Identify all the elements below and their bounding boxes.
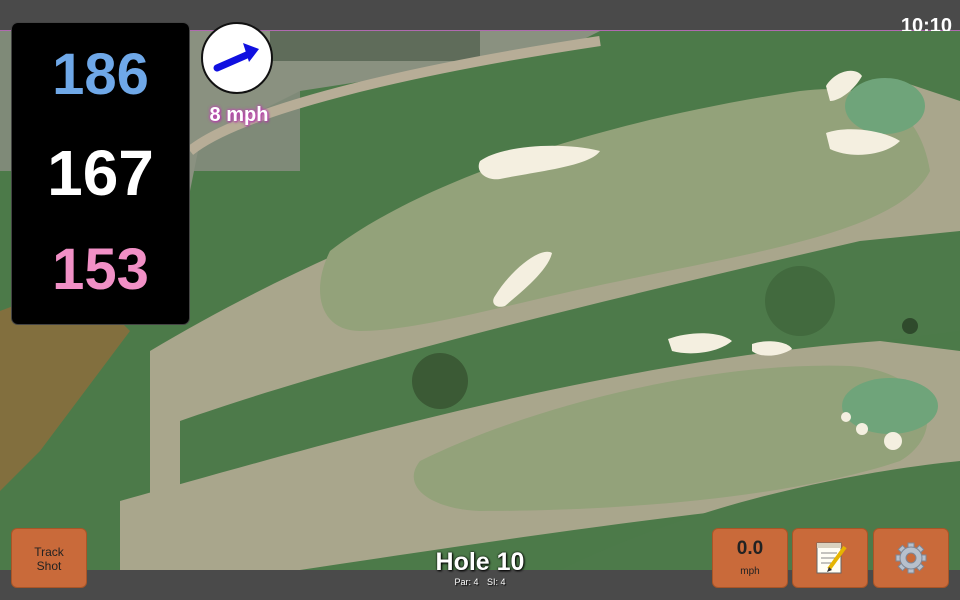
distance-panel: 186 167 153: [11, 22, 190, 325]
hole-info: Par: 4 SI: 4: [400, 577, 560, 587]
distance-middle: 167: [47, 137, 154, 209]
notepad-icon: [816, 542, 847, 574]
hole-si: SI: 4: [487, 577, 506, 587]
arrow-icon: [213, 43, 259, 72]
wind-direction-dial: [201, 22, 273, 94]
speed-unit: mph: [740, 566, 760, 577]
notes-button[interactable]: [792, 528, 868, 588]
speed-button[interactable]: 0.0 mph: [712, 528, 788, 588]
wind-speed: 8 mph: [209, 104, 269, 126]
track-shot-button[interactable]: Track Shot: [11, 528, 87, 588]
speed-value: 0.0: [736, 538, 764, 559]
distance-front: 153: [52, 237, 149, 302]
settings-button[interactable]: [873, 528, 949, 588]
track-shot-label-line1: Track: [34, 545, 64, 559]
gear-icon: [895, 542, 927, 574]
distance-back: 186: [52, 42, 149, 107]
hole-title: Hole 10: [435, 548, 525, 576]
track-shot-label-line2: Shot: [36, 559, 62, 573]
hole-par: Par: 4: [454, 577, 479, 587]
